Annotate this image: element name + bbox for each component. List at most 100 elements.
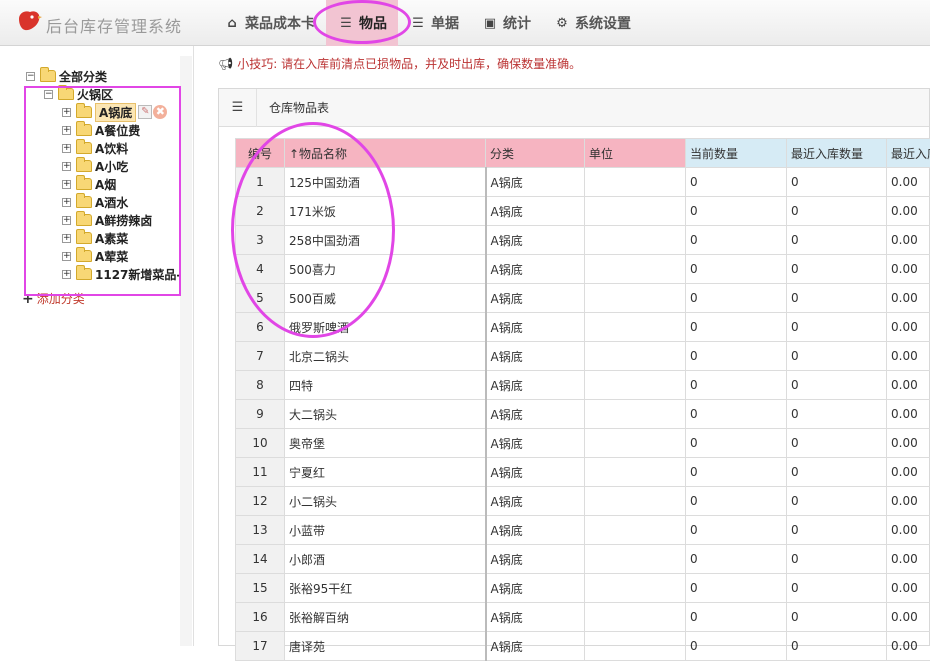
table-row[interactable]: 6俄罗斯啤酒A锅底000.00 xyxy=(236,313,930,342)
col-header-category[interactable]: 分类 xyxy=(486,139,585,168)
expand-icon[interactable]: + xyxy=(62,144,71,153)
tip-message: 📢︎ 小技巧: 请在入库前清点已损物品，并及时出库，确保数量准确。 xyxy=(218,55,581,72)
edit-icon[interactable]: ✎ xyxy=(138,105,152,119)
image-icon: ▣ xyxy=(481,16,499,31)
table-cell: 4 xyxy=(236,255,285,284)
table-cell: 四特 xyxy=(285,371,486,400)
sidebar-scrollbar[interactable] xyxy=(180,56,192,646)
expand-icon[interactable]: + xyxy=(62,126,71,135)
table-cell xyxy=(585,284,686,313)
table-cell: 2 xyxy=(236,197,285,226)
gear-icon: ⚙ xyxy=(553,16,571,31)
table-cell: 500喜力 xyxy=(285,255,486,284)
table-cell: 5 xyxy=(236,284,285,313)
table-cell: 0 xyxy=(686,400,787,429)
table-row[interactable]: 12小二锅头A锅底000.00 xyxy=(236,487,930,516)
tree-item[interactable]: + A小吃 xyxy=(62,157,128,175)
expand-icon[interactable]: + xyxy=(62,216,71,225)
table-cell: 小蓝带 xyxy=(285,516,486,545)
expand-icon[interactable]: + xyxy=(62,234,71,243)
table-row[interactable]: 14小郎酒A锅底000.00 xyxy=(236,545,930,574)
table-cell: A锅底 xyxy=(486,284,585,313)
table-row[interactable]: 2171米饭A锅底000.00 xyxy=(236,197,930,226)
table-cell: 张裕95干红 xyxy=(285,574,486,603)
nav-item-cost-card[interactable]: ⌂ 菜品成本卡 xyxy=(212,0,326,46)
tree-item[interactable]: + A烟 xyxy=(62,175,116,193)
items-panel: ☰ 仓库物品表 编号 ↑物品名称 分类 单位 当前数量 最近入库数量 最近入库 … xyxy=(218,88,930,646)
folder-icon xyxy=(76,106,92,118)
table-row[interactable]: 13小蓝带A锅底000.00 xyxy=(236,516,930,545)
table-cell: 0 xyxy=(686,342,787,371)
tree-node-root[interactable]: − 全部分类 xyxy=(26,67,107,85)
tree-item[interactable]: + A素菜 xyxy=(62,229,128,247)
table-row[interactable]: 11宁夏红A锅底000.00 xyxy=(236,458,930,487)
table-cell xyxy=(585,342,686,371)
expand-icon[interactable]: + xyxy=(62,180,71,189)
delete-icon[interactable]: ✖ xyxy=(153,105,167,119)
nav-item-items[interactable]: ☰ 物品 xyxy=(326,0,398,46)
col-header-recent-in[interactable]: 最近入库 xyxy=(887,139,930,168)
table-cell: 14 xyxy=(236,545,285,574)
tree-item-selected[interactable]: + A锅底 ✎ ✖ xyxy=(62,103,167,121)
col-header-name[interactable]: ↑物品名称 xyxy=(285,139,486,168)
table-cell: 1 xyxy=(236,168,285,197)
table-row[interactable]: 16张裕解百纳A锅底000.00 xyxy=(236,603,930,632)
nav-item-documents[interactable]: ☰ 单据 xyxy=(398,0,470,46)
table-cell: 0.00 xyxy=(887,632,930,661)
table-cell: A锅底 xyxy=(486,632,585,661)
expand-icon[interactable]: + xyxy=(62,162,71,171)
add-category-link[interactable]: + 添加分类 xyxy=(22,290,85,307)
table-row[interactable]: 9大二锅头A锅底000.00 xyxy=(236,400,930,429)
table-cell xyxy=(585,458,686,487)
table-cell xyxy=(585,603,686,632)
table-row[interactable]: 15张裕95干红A锅底000.00 xyxy=(236,574,930,603)
table-cell: 张裕解百纳 xyxy=(285,603,486,632)
table-row[interactable]: 4500喜力A锅底000.00 xyxy=(236,255,930,284)
table-row[interactable]: 10奥帝堡A锅底000.00 xyxy=(236,429,930,458)
table-cell: 0 xyxy=(686,429,787,458)
table-row[interactable]: 1125中国劲酒A锅底000.00 xyxy=(236,168,930,197)
app-title: 后台库存管理系统 xyxy=(46,13,182,37)
table-cell: 0 xyxy=(787,400,887,429)
table-cell: A锅底 xyxy=(486,313,585,342)
table-row[interactable]: 8四特A锅底000.00 xyxy=(236,371,930,400)
tree-item[interactable]: + A酒水 xyxy=(62,193,128,211)
table-row[interactable]: 7北京二锅头A锅底000.00 xyxy=(236,342,930,371)
expand-icon[interactable]: + xyxy=(62,108,71,117)
col-header-id[interactable]: 编号 xyxy=(236,139,285,168)
table-cell: A锅底 xyxy=(486,545,585,574)
table-cell: 小二锅头 xyxy=(285,487,486,516)
folder-icon xyxy=(76,250,92,262)
nav-item-statistics[interactable]: ▣ 统计 xyxy=(470,0,542,46)
collapse-icon[interactable]: − xyxy=(44,90,53,99)
collapse-icon[interactable]: − xyxy=(26,72,35,81)
table-cell: 0.00 xyxy=(887,342,930,371)
table-cell: 6 xyxy=(236,313,285,342)
table-cell xyxy=(585,197,686,226)
list-icon[interactable]: ☰ xyxy=(219,89,257,127)
col-header-recent-in-qty[interactable]: 最近入库数量 xyxy=(787,139,887,168)
expand-icon[interactable]: + xyxy=(62,252,71,261)
tree-item[interactable]: + A饮料 xyxy=(62,139,128,157)
table-cell: 0.00 xyxy=(887,487,930,516)
nav-item-settings[interactable]: ⚙ 系统设置 xyxy=(542,0,642,46)
table-row[interactable]: 5500百威A锅底000.00 xyxy=(236,284,930,313)
expand-icon[interactable]: + xyxy=(62,198,71,207)
tree-node-group[interactable]: − 火锅区 xyxy=(44,85,113,103)
tree-item[interactable]: + A荤菜 xyxy=(62,247,128,265)
col-header-current-qty[interactable]: 当前数量 xyxy=(686,139,787,168)
expand-icon[interactable]: + xyxy=(62,270,71,279)
tree-item[interactable]: + 1127新增菜品- xyxy=(62,265,181,283)
tree-item[interactable]: + A鲜捞辣卤 xyxy=(62,211,152,229)
col-header-unit[interactable]: 单位 xyxy=(585,139,686,168)
folder-icon xyxy=(40,70,56,82)
table-row[interactable]: 3258中国劲酒A锅底000.00 xyxy=(236,226,930,255)
table-cell: 7 xyxy=(236,342,285,371)
table-header-row: 编号 ↑物品名称 分类 单位 当前数量 最近入库数量 最近入库 xyxy=(236,139,930,168)
table-cell: A锅底 xyxy=(486,371,585,400)
plus-icon: + xyxy=(22,291,34,307)
folder-icon xyxy=(76,178,92,190)
tree-item[interactable]: + A餐位费 xyxy=(62,121,140,139)
table-row[interactable]: 17唐译苑A锅底000.00 xyxy=(236,632,930,661)
folder-icon xyxy=(58,88,74,100)
